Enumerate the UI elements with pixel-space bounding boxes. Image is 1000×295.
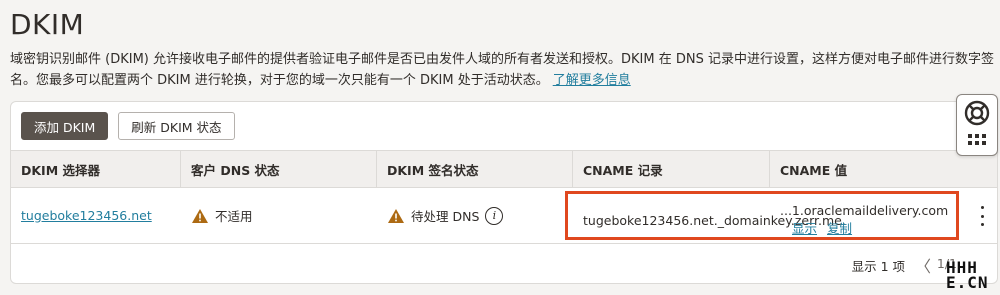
showing-count: 显示 1 项 (851, 259, 905, 274)
apps-grid-icon[interactable] (968, 134, 986, 145)
warning-icon (192, 208, 208, 223)
copy-link[interactable]: 复制 (827, 221, 852, 236)
dns-status-text: 不适用 (215, 209, 253, 224)
cname-actions: 显示 复制 (792, 221, 862, 236)
cname-record-text: tugeboke123456.net._domainkey.zerr.me. (583, 213, 846, 228)
header-cname-record[interactable]: CNAME 记录 (573, 151, 770, 187)
row-actions-menu-icon[interactable] (979, 206, 985, 226)
dkim-panel: 添加 DKIM 刷新 DKIM 状态 DKIM 选择器 客户 DNS 状态 DK… (10, 101, 998, 284)
table-row: tugeboke123456.net 不适用 待处理 DNS i tugebok… (11, 188, 997, 244)
help-widget[interactable] (956, 94, 998, 156)
description-text: 域密钥识别邮件 (DKIM) 允许接收电子邮件的提供者验证电子邮件是否已由发件人… (10, 52, 994, 88)
cname-value-text: ...1.oraclemaildelivery.com (780, 203, 949, 218)
cell-cname-record: tugeboke123456.net._domainkey.zerr.me. (573, 188, 846, 243)
show-link[interactable]: 显示 (792, 221, 817, 236)
header-selector[interactable]: DKIM 选择器 (11, 151, 181, 187)
previous-page-icon[interactable]: 〈 (915, 253, 931, 277)
signing-status-text: 待处理 DNS (411, 209, 480, 224)
table-footer: 显示 1 项 〈 1/1 (11, 247, 997, 279)
learn-more-link[interactable]: 了解更多信息 (553, 73, 631, 88)
toolbar: 添加 DKIM 刷新 DKIM 状态 (21, 112, 235, 140)
signing-status: 待处理 DNS (387, 206, 479, 225)
header-cname-value[interactable]: CNAME 值 (770, 151, 997, 187)
warning-icon (388, 208, 404, 223)
cname-value: ...1.oraclemaildelivery.com 显示 复制 (780, 193, 948, 238)
page-title: DKIM (10, 8, 85, 41)
dns-status: 不适用 (191, 206, 253, 225)
header-signing-status[interactable]: DKIM 签名状态 (377, 151, 573, 187)
watermark-line2: E.CN (946, 273, 989, 292)
watermark-logo: HHH E.CN (946, 260, 998, 292)
cell-cname-value: ...1.oraclemaildelivery.com 显示 复制 (770, 188, 997, 243)
table-header: DKIM 选择器 客户 DNS 状态 DKIM 签名状态 CNAME 记录 CN… (11, 150, 997, 188)
header-dns-status[interactable]: 客户 DNS 状态 (181, 151, 377, 187)
cell-selector: tugeboke123456.net (11, 188, 181, 243)
cell-signing-status: 待处理 DNS i (377, 188, 573, 243)
cell-dns-status: 不适用 (181, 188, 377, 243)
selector-link[interactable]: tugeboke123456.net (21, 208, 152, 223)
info-icon[interactable]: i (485, 206, 504, 225)
page-description: 域密钥识别邮件 (DKIM) 允许接收电子邮件的提供者验证电子邮件是否已由发件人… (10, 49, 995, 91)
lifebuoy-icon[interactable] (964, 100, 990, 126)
refresh-dkim-status-button[interactable]: 刷新 DKIM 状态 (118, 112, 235, 140)
dkim-table: DKIM 选择器 客户 DNS 状态 DKIM 签名状态 CNAME 记录 CN… (11, 150, 997, 244)
add-dkim-button[interactable]: 添加 DKIM (21, 112, 109, 140)
